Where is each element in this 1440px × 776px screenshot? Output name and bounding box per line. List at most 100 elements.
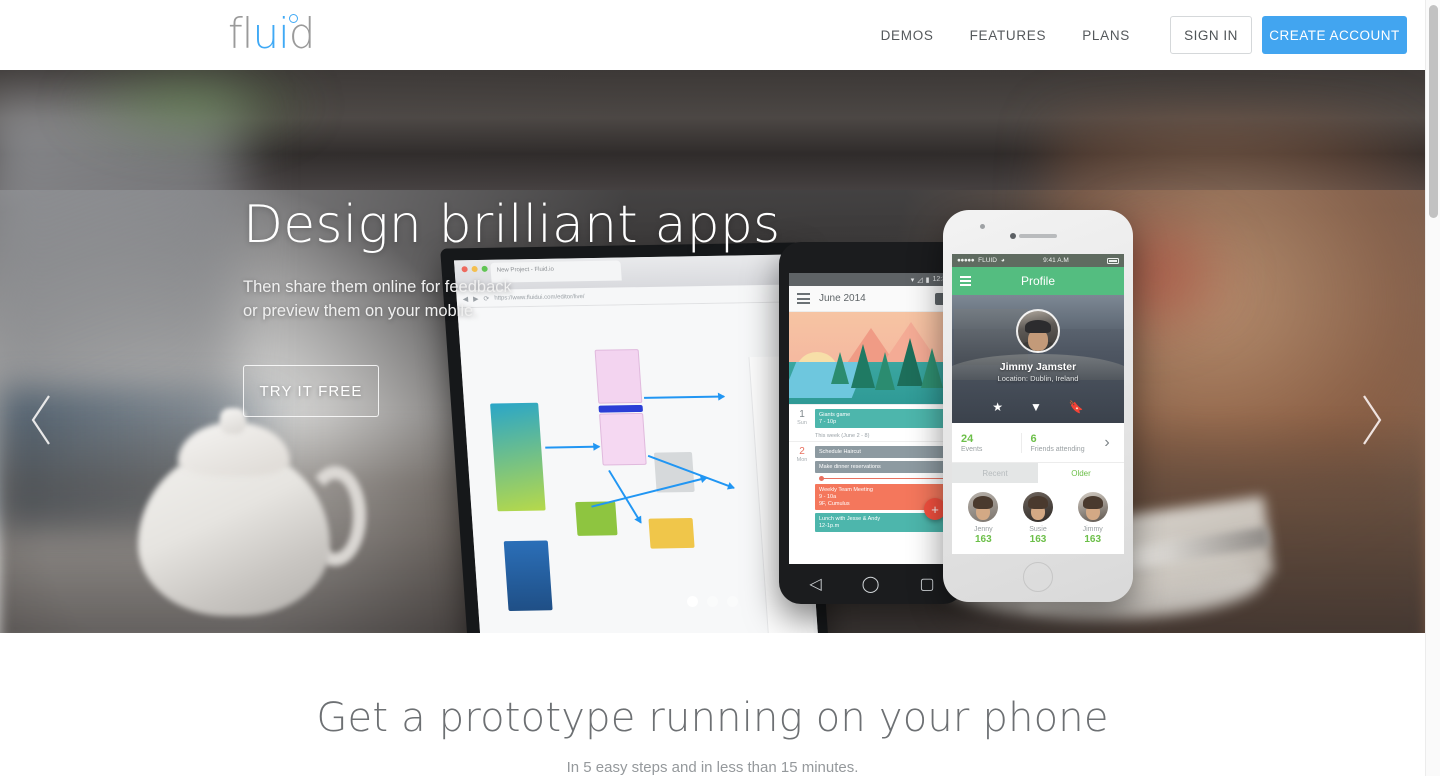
stat-number: 24 [961,432,974,445]
iphone-home-button[interactable] [1023,562,1053,592]
sign-in-button[interactable]: SIGN IN [1170,16,1252,54]
star-icon[interactable]: ★ [992,400,1003,414]
stat-friends-attending: 6 Friends attending [1020,432,1091,453]
carousel-next-arrow[interactable] [1349,382,1395,458]
android-menu-icon[interactable] [797,293,810,304]
tab-recent[interactable]: Recent [952,463,1038,483]
nav-item-features[interactable]: FEATURES [952,28,1065,43]
calendar-day-weekday: Sun [797,420,807,426]
fluid-logo[interactable]: fl ui d [228,9,315,58]
android-home-icon[interactable]: ◯ [862,574,880,594]
calendar-day-row: 1 Sun Giants game 7 - 10p [789,404,955,430]
event-title: Weekly Team Meeting [819,486,873,493]
calendar-event[interactable]: Make dinner reservations [815,461,949,473]
site-header: fl ui d DEMOS FEATURES PLANS SIGN IN CREAT… [0,0,1425,70]
landing-page: fl ui d DEMOS FEATURES PLANS SIGN IN CREAT… [0,0,1440,776]
event-title: Giants game [819,411,851,418]
logo-text-part2: ui [252,9,289,58]
hero-title: Design brilliant apps [243,195,781,255]
event-title: Schedule Haircut [819,448,861,455]
profile-page-title: Profile [1020,274,1055,288]
android-wifi-icon: ▾ [910,276,915,284]
hero-content: Design brilliant apps Then share them on… [243,195,780,417]
carousel-dots [0,596,1425,607]
carousel-dot-3[interactable] [727,596,738,607]
event-title: Make dinner reservations [819,463,881,470]
current-time-indicator [819,476,943,481]
list-item[interactable]: Jimmy 163 [1067,492,1118,545]
calendar-illustration [789,312,955,404]
section-subheading: In 5 easy steps and in less than 15 minu… [566,759,859,776]
scrollbar-thumb[interactable] [1429,5,1438,218]
friend-avatar [1023,492,1053,522]
android-recents-icon[interactable]: ▢ [920,574,935,594]
friend-name: Jenny [973,526,993,533]
create-account-button[interactable]: CREATE ACCOUNT [1262,16,1407,54]
friend-avatar [1077,492,1108,522]
profile-avatar[interactable] [1016,309,1060,353]
iphone-camera-icon [980,224,985,229]
carousel-prev-arrow[interactable] [18,382,64,458]
chevron-right-icon[interactable]: › [1090,434,1124,452]
main-navigation: DEMOS FEATURES PLANS SIGN IN CREATE ACCO… [869,0,1407,70]
friends-list: Jenny 163 Susie 163 Jimmy 163 [952,483,1124,545]
tab-older[interactable]: Older [1038,463,1124,483]
prototype-section: Get a prototype running on your phone In… [0,633,1425,776]
iphone-mockup: ●●●●● FLUID ◕ 9:41 A.M Profile Jimmy Jam… [943,210,1133,602]
event-time: 7 - 10p [819,418,837,425]
hero-subtitle-line1: Then share them online for feedback [243,278,512,296]
friend-avatar [968,492,999,522]
event-time: 12-1p.m [819,522,840,529]
android-battery-icon: ▮ [925,276,930,284]
friend-name: Susie [1029,526,1047,533]
calendar-day-number: 1 [799,409,805,420]
nav-item-plans[interactable]: PLANS [1064,28,1148,43]
logo-dot-icon [289,14,298,23]
iphone-speaker-icon [1019,234,1057,238]
stat-events: 24 Events [952,433,1021,453]
friend-count: 163 [1029,534,1047,545]
stat-label: Events [961,445,983,453]
chevron-right-icon [1363,395,1382,445]
logo-text-part1: fl [228,9,253,58]
profile-stats-row: 24 Events 6 Friends attending › [952,423,1124,463]
calendar-day-weekday: Mon [796,457,808,463]
profile-user-name: Jimmy Jamster [999,361,1077,373]
profile-cover-photo: Jimmy Jamster Location: Dublin, Ireland … [952,295,1124,423]
calendar-day-row: 2 Mon Schedule Haircut Make dinner reser… [789,441,955,534]
signal-dots-icon: ●●●●● [957,257,975,264]
section-heading: Get a prototype running on your phone [316,695,1109,741]
calendar-day-number: 2 [799,446,805,457]
list-item[interactable]: Susie 163 [1013,492,1064,545]
android-signal-icon: ◿ [917,276,923,284]
friend-count: 163 [1084,534,1102,545]
calendar-week-label: This week (June 2 - 8) [815,433,870,439]
filter-icon[interactable]: ▼ [1030,400,1042,414]
bookmark-icon[interactable]: 🔖 [1069,400,1084,414]
try-it-free-button[interactable]: TRY IT FREE [243,365,379,417]
list-item[interactable]: Jenny 163 [958,492,1009,545]
wifi-icon: ◕ [1000,257,1005,264]
stat-number: 6 [1030,432,1037,445]
event-time: 9 - 10a [819,493,837,500]
friend-count: 163 [974,534,992,545]
chevron-left-icon [31,395,50,445]
status-time: 9:41 A.M [1043,257,1069,264]
iphone-sensor-icon [1010,233,1016,239]
battery-icon [1107,257,1119,264]
carrier-label: FLUID [978,257,997,264]
calendar-event[interactable]: Schedule Haircut [815,446,949,458]
android-month-label: June 2014 [819,293,866,304]
android-back-icon[interactable]: ◁ [809,574,821,594]
stat-label: Friends attending [1030,445,1085,453]
carousel-dot-1[interactable] [687,596,698,607]
profile-tabs: Recent Older [952,463,1124,483]
nav-item-demos[interactable]: DEMOS [869,28,952,43]
friend-name: Jimmy [1082,526,1103,533]
hero-carousel: New Project - Fluid.io ◀ ▶ ⟳ https://www.f… [0,70,1425,633]
page-scrollbar[interactable] [1425,0,1440,776]
hero-subtitle-line2: or preview them on your mobile. [243,302,478,320]
profile-user-location: Location: Dublin, Ireland [997,374,1079,383]
calendar-event[interactable]: Giants game 7 - 10p [815,409,949,428]
carousel-dot-2[interactable] [707,596,718,607]
